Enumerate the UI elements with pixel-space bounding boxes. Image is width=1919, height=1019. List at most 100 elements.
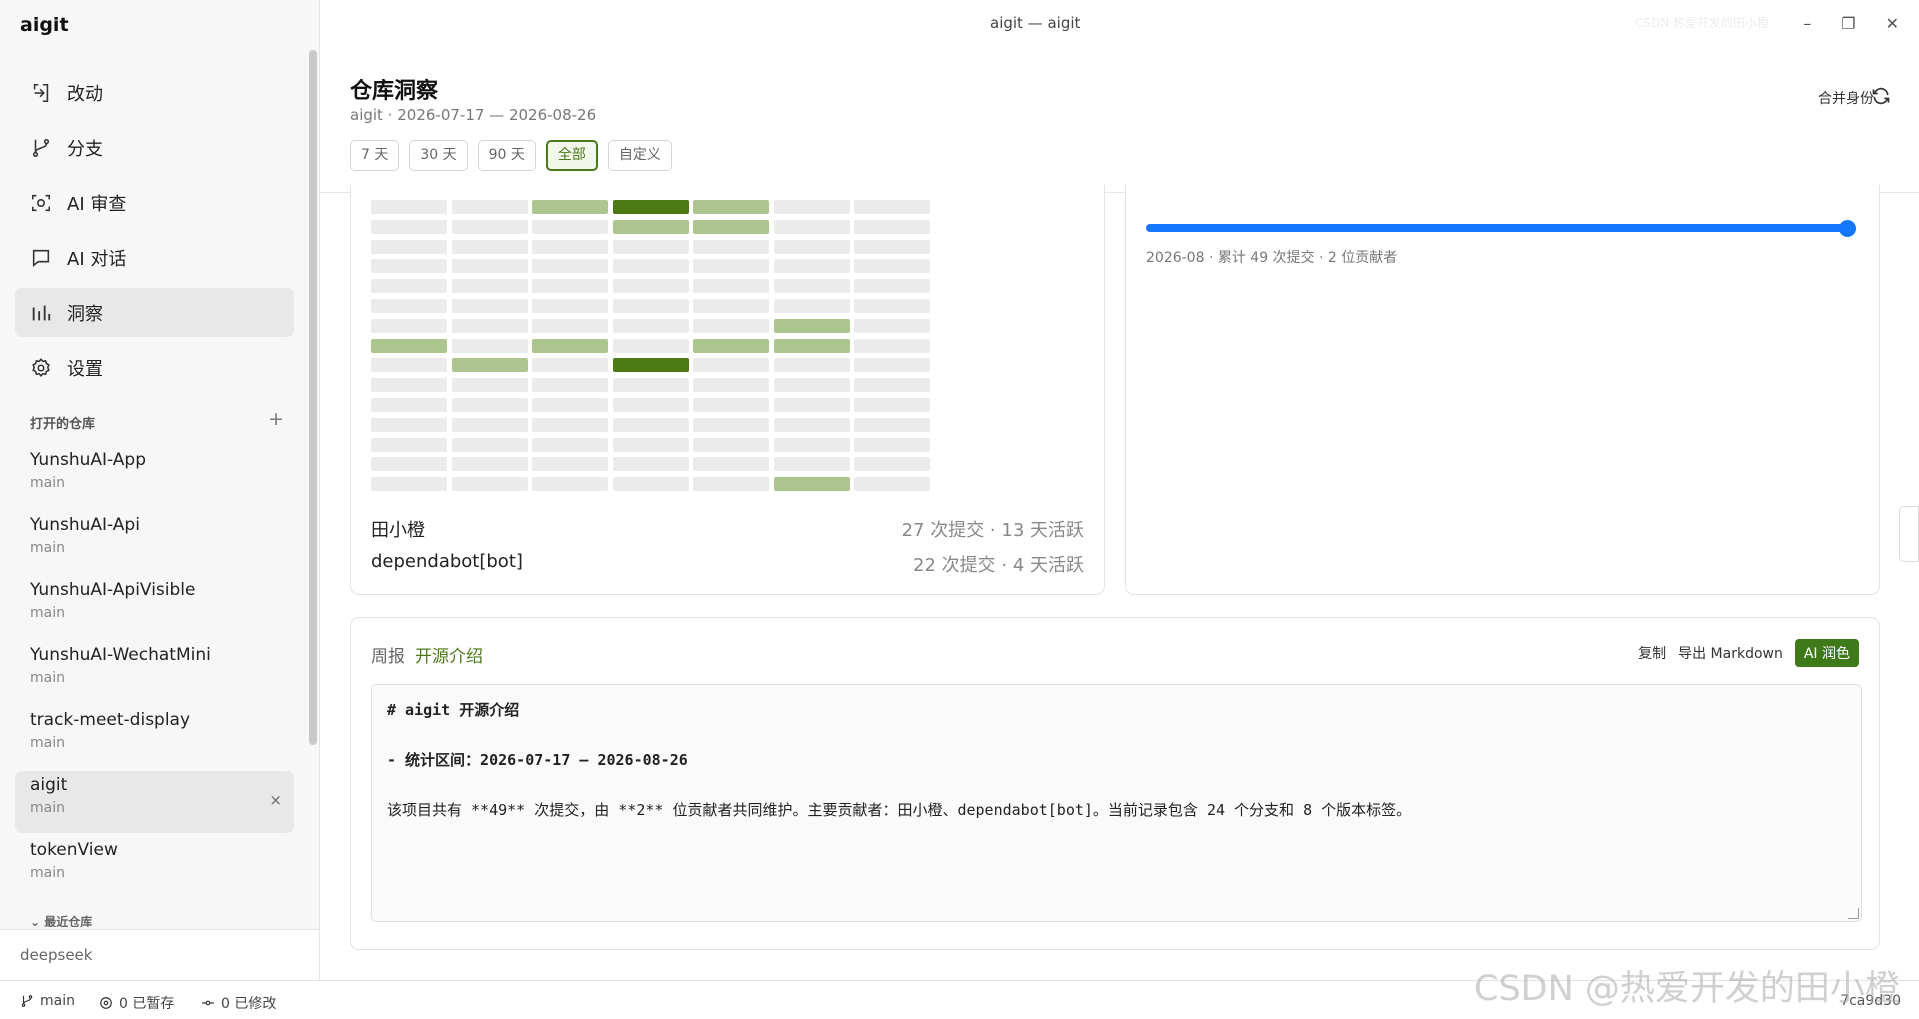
heatmap-cell	[451, 318, 528, 333]
model-selector[interactable]: deepseek	[0, 929, 319, 980]
repo-item[interactable]: tokenView main	[15, 836, 294, 898]
export-markdown-button[interactable]: 导出 Markdown	[1678, 643, 1783, 663]
timeline-slider-track[interactable]	[1146, 224, 1846, 232]
repo-item[interactable]: YunshuAI-App main	[15, 446, 294, 508]
heatmap-cell	[532, 299, 608, 313]
heatmap-cell	[854, 378, 930, 393]
heatmap-cell	[693, 338, 769, 353]
refresh-icon[interactable]	[1871, 86, 1891, 106]
repo-item[interactable]: track-meet-display main	[15, 706, 294, 768]
heatmap-cell	[451, 200, 528, 214]
sidebar-scrollbar[interactable]	[309, 50, 317, 745]
heatmap-cell	[532, 259, 608, 274]
heatmap-cell	[773, 200, 850, 214]
chat-icon	[32, 249, 50, 267]
report-editor[interactable]: # aigit 开源介绍 - 统计区间：2026-07-17 — 2026-08…	[371, 684, 1862, 922]
heatmap-cell	[773, 338, 850, 353]
nav-item-settings[interactable]: 设置	[15, 343, 294, 392]
heatmap-cell	[532, 239, 608, 254]
ghost-text: CSDN·热爱开发的田小橙	[1634, 16, 1769, 30]
heatmap-cell	[371, 239, 447, 254]
heatmap-cell	[854, 398, 930, 412]
heatmap-cell	[854, 219, 930, 234]
ai-polish-button[interactable]: AI 润色	[1794, 639, 1859, 667]
copy-button[interactable]: 复制	[1638, 643, 1666, 663]
nav-label: 设置	[67, 358, 103, 380]
heatmap-cell	[532, 200, 608, 214]
range-90d-button[interactable]: 90 天	[477, 140, 536, 171]
heatmap-cell	[451, 259, 528, 274]
heatmap-cell	[532, 358, 608, 373]
repo-item[interactable]: YunshuAI-ApiVisible main	[15, 576, 294, 638]
heatmap-cell	[451, 378, 528, 393]
heatmap-cell	[532, 378, 608, 393]
heatmap-cell	[532, 318, 608, 333]
heatmap-cell	[693, 279, 769, 294]
sidebar: aigit 改动 分支 AI 审查 AI 对话 洞察 设置 打开的仓库 + Yu…	[0, 0, 320, 980]
nav-label: 改动	[67, 83, 103, 105]
side-panel-handle[interactable]	[1899, 506, 1919, 562]
close-icon[interactable]: ×	[269, 791, 282, 809]
heatmap-cell	[371, 219, 447, 234]
minimize-icon[interactable]: –	[1803, 14, 1811, 33]
heatmap-cell	[693, 378, 769, 393]
heatmap-cell	[532, 398, 608, 412]
heatmap-cell	[371, 417, 447, 432]
merge-identity-label[interactable]: 合并身份	[1818, 88, 1874, 108]
ai-review-icon	[31, 194, 51, 211]
heatmap-cell	[693, 299, 769, 313]
report-type-label: 周报	[371, 647, 405, 667]
heatmap-cell	[773, 437, 850, 452]
window-title: aigit — aigit	[990, 14, 1081, 32]
range-custom-button[interactable]: 自定义	[607, 140, 672, 171]
heatmap-cell	[532, 219, 608, 234]
range-filter: 7 天 30 天 90 天 全部 自定义	[350, 140, 672, 171]
contributors-card: 田小橙 27 次提交 · 13 天活跃 dependabot[bot] 22 次…	[350, 185, 1105, 595]
close-window-icon[interactable]: ✕	[1886, 14, 1899, 33]
open-repos-heading: 打开的仓库 +	[30, 408, 284, 432]
heatmap-cell	[693, 200, 769, 214]
recent-repos-toggle[interactable]: ⌄ 最近仓库	[30, 913, 92, 927]
app-brand: aigit	[20, 14, 69, 36]
range-7d-button[interactable]: 7 天	[350, 140, 400, 171]
heatmap-cell	[854, 318, 930, 333]
report-card: 周报 开源介绍 复制 导出 Markdown AI 润色 # aigit 开源介…	[350, 617, 1880, 950]
heatmap-cell	[451, 437, 528, 452]
editor-line: - 统计区间：2026-07-17 — 2026-08-26	[387, 751, 688, 769]
heatmap-cell	[532, 417, 608, 432]
nav-item-insights[interactable]: 洞察	[15, 288, 294, 337]
add-repo-icon[interactable]: +	[268, 408, 284, 430]
nav-item-ai-chat[interactable]: AI 对话	[15, 233, 294, 282]
heatmap-cell	[854, 437, 930, 452]
repo-item[interactable]: YunshuAI-WechatMini main	[15, 641, 294, 703]
resize-handle[interactable]	[1848, 908, 1859, 919]
repo-item[interactable]: YunshuAI-Api main	[15, 511, 294, 573]
timeline-slider-handle[interactable]	[1839, 220, 1856, 237]
heatmap-cell	[371, 279, 447, 294]
restore-icon[interactable]: ❐	[1841, 14, 1855, 33]
range-all-button[interactable]: 全部	[545, 140, 598, 171]
heatmap-cell	[612, 457, 689, 472]
contributor-meta: 22 次提交 · 4 天活跃	[913, 555, 1084, 576]
repo-item-active[interactable]: aigit main ×	[15, 771, 294, 833]
nav-item-changes[interactable]: 改动	[15, 68, 294, 117]
heatmap-cell	[854, 457, 930, 472]
nav-item-ai-review[interactable]: AI 审查	[15, 178, 294, 227]
heatmap-cell	[854, 299, 930, 313]
report-actions: 复制 导出 Markdown AI 润色	[1638, 639, 1859, 667]
status-modified[interactable]: 0 已修改	[201, 993, 276, 1013]
repo-name: YunshuAI-Api	[30, 515, 140, 535]
status-branch[interactable]: main	[20, 993, 75, 1009]
heatmap-cell	[451, 358, 528, 373]
heatmap-cell	[451, 338, 528, 353]
nav-item-branches[interactable]: 分支	[15, 123, 294, 172]
report-title[interactable]: 开源介绍	[415, 642, 483, 667]
heatmap-cell	[693, 259, 769, 274]
heatmap-cell	[854, 477, 930, 492]
heatmap-cell	[854, 417, 930, 432]
status-staged[interactable]: 0 已暂存	[99, 993, 174, 1013]
heatmap-cell	[451, 417, 528, 432]
branch-icon	[32, 138, 50, 157]
contributor-name: dependabot[bot]	[371, 551, 523, 572]
range-30d-button[interactable]: 30 天	[409, 140, 468, 171]
